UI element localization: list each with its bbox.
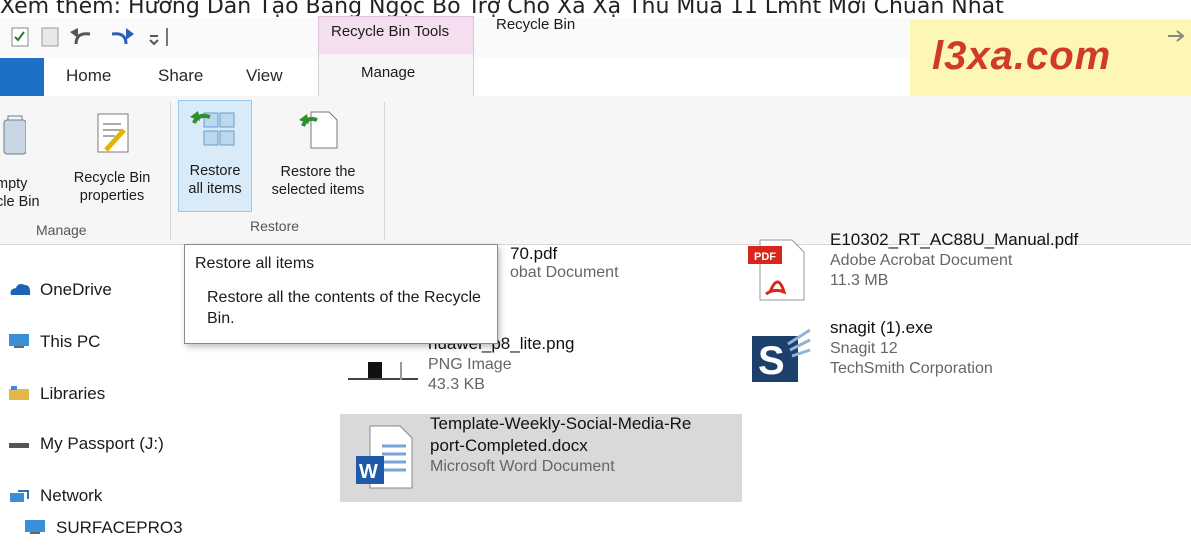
nav-onedrive[interactable]: OneDrive [8, 280, 112, 300]
svg-text:PDF: PDF [754, 251, 776, 263]
file-company: TechSmith Corporation [830, 360, 993, 377]
word-document-icon: W [356, 425, 413, 489]
tooltip-body: Restore all the contents of the Recycle … [207, 289, 481, 327]
group-divider [170, 102, 171, 240]
file-item-selected[interactable]: W Template-Weekly-Social-Media-Re port-C… [340, 414, 742, 502]
manage-group-label: Manage [36, 222, 87, 238]
tooltip-title: Restore all items [195, 255, 315, 272]
tab-manage-label: Manage [361, 64, 416, 81]
tooltip: Restore all items Restore all the conten… [184, 244, 498, 344]
recycle-bin-properties-button[interactable]: Recycle Bin properties [64, 110, 160, 205]
file-type: Microsoft Word Document [430, 458, 615, 475]
context-tab-header: Recycle Bin Tools [318, 16, 474, 56]
properties-label-1: Recycle Bin [73, 170, 151, 186]
image-thumbnail-icon [348, 362, 418, 380]
file-name-line-1: Template-Weekly-Social-Media-Re [430, 414, 692, 433]
watermark-text: l3xa.com [932, 34, 1112, 78]
svg-text:W: W [359, 461, 378, 483]
nav-label: This PC [40, 332, 101, 351]
snagit-icon: S [752, 328, 811, 383]
computer-icon [24, 519, 48, 535]
network-icon [8, 487, 32, 503]
empty-recycle-bin-button[interactable]: mpty cle Bin [0, 110, 46, 211]
nav-label: My Passport (J:) [40, 434, 164, 453]
file-type: Snagit 12 [830, 340, 898, 357]
tab-home[interactable]: Home [66, 66, 111, 86]
restore-selected-icon [299, 111, 338, 149]
caption-text: Xem thêm: Hướng Dẫn Tạo Bảng Ngọc Bổ Trợ… [0, 0, 1004, 18]
file-name: snagit (1).exe [830, 318, 933, 337]
restore-all-items-button[interactable]: Restore all items [178, 100, 252, 212]
restore-selected-label-1: Restore the [280, 164, 356, 180]
empty-recycle-bin-label-2: cle Bin [0, 194, 40, 210]
file-item[interactable]: 70.pdf obat Document [510, 244, 619, 282]
nav-libraries[interactable]: Libraries [8, 384, 105, 404]
nav-this-pc[interactable]: This PC [8, 332, 100, 352]
drive-icon [8, 435, 32, 451]
nav-label: OneDrive [40, 280, 112, 299]
properties-icon[interactable] [11, 27, 29, 47]
file-size: 43.3 KB [428, 376, 485, 393]
file-size: 11.3 MB [830, 272, 889, 289]
file-name-line-2: port-Completed.docx [430, 436, 588, 455]
file-tab[interactable] [0, 58, 44, 98]
nav-surfacepro3[interactable]: SURFACEPRO3 [24, 518, 183, 538]
customize-qat-icon[interactable] [149, 28, 168, 46]
file-name: 70.pdf [510, 244, 558, 263]
restore-group-label: Restore [250, 218, 300, 234]
svg-text:S: S [758, 339, 785, 383]
tab-manage[interactable]: Manage [318, 54, 474, 98]
pdf-icon: PDF [748, 239, 805, 301]
file-type: PNG Image [428, 356, 512, 373]
arrow-icon [1168, 30, 1185, 42]
new-folder-icon[interactable] [41, 27, 59, 47]
context-tab-header-label: Recycle Bin Tools [331, 23, 450, 40]
nav-network[interactable]: Network [8, 486, 102, 506]
restore-all-label-2: all items [188, 181, 242, 197]
computer-icon [8, 333, 32, 349]
file-type: obat Document [510, 264, 619, 281]
watermark-logo: l3xa.com [910, 20, 1191, 98]
restore-selected-items-button[interactable]: Restore the selected items [256, 104, 380, 199]
restore-all-icon [190, 111, 235, 146]
libraries-icon [8, 385, 32, 401]
nav-label: Network [40, 486, 103, 505]
empty-recycle-bin-label-1: mpty [0, 176, 28, 192]
group-divider [384, 102, 385, 240]
quick-access-toolbar [11, 27, 168, 47]
file-name: E10302_RT_AC88U_Manual.pdf [830, 230, 1079, 249]
undo-icon[interactable] [70, 28, 91, 45]
file-type: Adobe Acrobat Document [830, 252, 1013, 269]
tab-view[interactable]: View [246, 66, 283, 86]
cloud-icon [8, 281, 32, 297]
redo-icon[interactable] [111, 28, 134, 45]
tab-share[interactable]: Share [158, 66, 203, 86]
properties-icon [97, 113, 129, 153]
nav-label: SURFACEPRO3 [56, 518, 183, 537]
nav-label: Libraries [40, 384, 106, 403]
properties-label-2: properties [79, 188, 145, 204]
restore-all-label-1: Restore [189, 163, 241, 179]
recycle-bin-icon [3, 115, 27, 155]
nav-my-passport[interactable]: My Passport (J:) [8, 434, 164, 454]
window-title: Recycle Bin [496, 16, 576, 33]
restore-selected-label-2: selected items [271, 182, 365, 198]
